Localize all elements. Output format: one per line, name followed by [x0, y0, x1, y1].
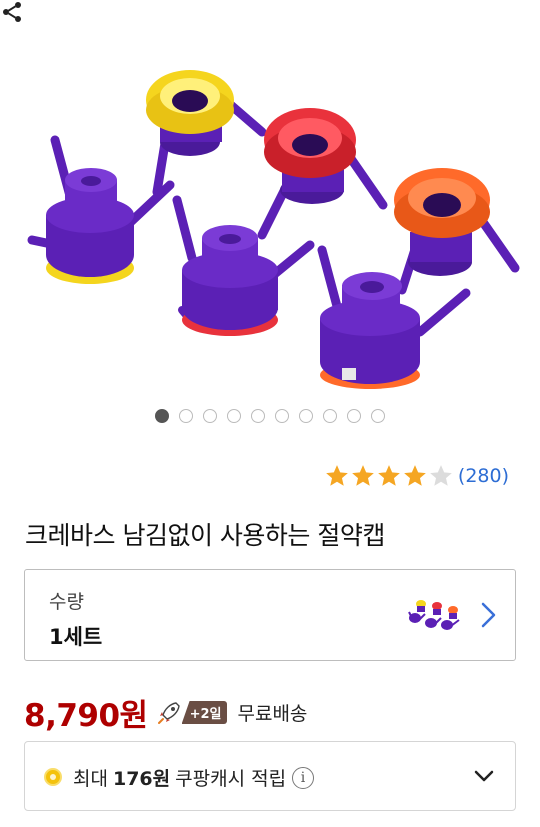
carousel-dot[interactable] — [227, 409, 241, 423]
red-cap — [257, 108, 388, 240]
cash-prefix: 최대 — [73, 768, 108, 790]
purple-cap-center — [172, 195, 315, 336]
carousel-dot[interactable] — [299, 409, 313, 423]
info-icon[interactable]: i — [292, 766, 315, 789]
option-value: 1세트 — [49, 625, 103, 649]
carousel-dot[interactable] — [179, 409, 193, 423]
carousel-dot[interactable] — [347, 409, 361, 423]
cash-reward-panel[interactable]: 최대 176원 쿠팡캐시 적립 i — [24, 741, 516, 811]
orange-cap — [394, 168, 520, 295]
quantity-option-selector[interactable]: 수량 1세트 — [24, 569, 516, 661]
carousel-dot[interactable] — [323, 409, 337, 423]
star-filled-icon — [378, 465, 400, 486]
share-icon[interactable] — [0, 0, 24, 24]
yellow-cap — [146, 70, 267, 197]
rating-stars — [324, 463, 454, 489]
chevron-down-icon — [474, 770, 494, 782]
carousel-dot[interactable] — [203, 409, 217, 423]
star-filled-icon — [326, 465, 348, 486]
carousel-dot[interactable] — [251, 409, 265, 423]
price-amount: 8,790원 — [24, 698, 148, 734]
cash-suffix: 쿠팡캐시 적립 — [175, 768, 287, 790]
carousel-dot[interactable] — [155, 409, 169, 423]
product-rating[interactable]: (280) — [324, 463, 509, 489]
coin-icon — [44, 768, 62, 786]
option-thumbnail-icon — [408, 600, 460, 630]
bottle-caps-illustration — [27, 70, 520, 389]
star-filled-icon — [404, 465, 426, 486]
purple-cap-left — [27, 135, 175, 284]
free-shipping-label: 무료배송 — [237, 703, 308, 725]
price-row: 8,790원 +2일 무료배송 — [24, 690, 307, 735]
cash-amount: 176원 — [112, 768, 171, 790]
review-count-link[interactable]: (280) — [458, 465, 509, 487]
cash-reward-text: 최대 176원 쿠팡캐시 적립 i — [73, 764, 315, 791]
star-empty-icon — [430, 465, 452, 486]
carousel-dot[interactable] — [275, 409, 289, 423]
delivery-days-badge: +2일 — [181, 701, 228, 724]
product-title: 크레바스 남김없이 사용하는 절약캡 — [25, 521, 385, 550]
rocket-delivery-icon — [157, 701, 180, 724]
star-filled-icon — [352, 465, 374, 486]
product-image[interactable] — [0, 0, 540, 400]
carousel-dot[interactable] — [371, 409, 385, 423]
option-label: 수량 — [49, 591, 84, 613]
carousel-indicator — [155, 409, 385, 423]
chevron-right-icon — [481, 602, 496, 628]
